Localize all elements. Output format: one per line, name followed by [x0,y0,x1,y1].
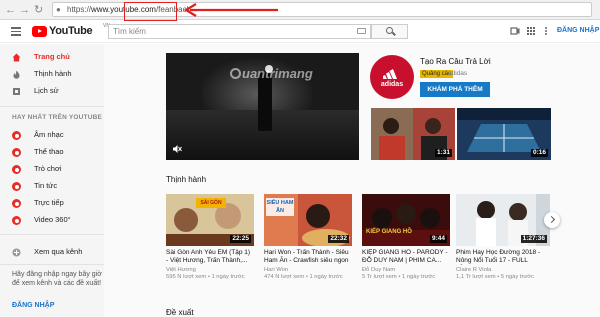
add-circle-icon [12,248,21,257]
lock-icon: ● [56,5,61,14]
masthead: YouTube VN Tìm kiếm ĐĂNG NHẬP [0,21,600,43]
video-thumbnail[interactable]: SIÊU HAM ĂN 22:32 [264,194,352,246]
sidebar-item-history[interactable]: Lịch sử [0,84,104,98]
thumbnail-caption: KIẾP GIANG HỒ [366,229,412,235]
annotation-arrow-icon [183,3,278,17]
search-button[interactable] [371,24,408,39]
sidebar-item-trending[interactable]: Thịnh hành [0,67,104,81]
history-icon [13,88,20,95]
thumbnail-caption: SIÊU HAM ĂN [266,200,294,214]
thumbnail-caption: SÀI GÒN [200,200,222,206]
ad-panel: adidas Tạo Ra Câu Trả Lời Quảng cáo adid… [366,53,556,108]
keyboard-icon[interactable] [357,28,366,34]
video-title[interactable]: KIỆP GIANG HỒ - PARODY - ĐỖ DUY NAM | PH… [362,249,450,265]
sidebar-divider [0,106,104,107]
sidebar-item-browse-channels[interactable]: Xem qua kênh [0,245,104,259]
video-meta: 5 Tr lượt xem • 1 ngày trước [362,274,436,280]
main-content: uantrimang adidas Tạo Ra Câu Trả Lời Quả… [104,44,600,317]
video-channel[interactable]: Hari Won [264,267,352,273]
sidebar-item-home[interactable]: Trang chủ [0,50,104,64]
back-arrow-icon[interactable]: ← [5,3,16,17]
sidebar-divider [0,234,104,235]
duration-badge: 22:25 [230,235,251,243]
apps-grid-icon[interactable] [526,26,536,36]
video-title[interactable]: Phim Hay Học Đường 2018 - Nông Nổi Tuổi … [456,249,550,265]
video-card[interactable]: 1:27:36 Phim Hay Học Đường 2018 - Nông N… [456,194,550,280]
trending-heading[interactable]: Thịnh hành [166,175,206,184]
video-title[interactable]: Sài Gòn Anh Yêu EM (Tập 1) - Việt Hương,… [166,249,254,265]
reload-icon[interactable]: ↻ [34,3,43,17]
video-360-icon [12,216,21,225]
more-vert-icon[interactable] [541,26,551,36]
home-icon [12,53,21,62]
video-meta: 474 N lượt xem • 1 ngày trước [264,274,343,280]
menu-icon[interactable] [11,27,21,36]
video-meta: 1,1 Tr lượt xem • 5 ngày trước [456,274,534,280]
sidebar-item-music[interactable]: Âm nhạc [0,128,104,142]
sidebar-divider [0,264,104,265]
ad-channel: adidas [448,70,468,77]
search-input[interactable]: Tìm kiếm [108,24,371,39]
sidebar-item-news[interactable]: Tin tức [0,179,104,193]
watermark: uantrimang [230,66,313,81]
video-channel[interactable]: Đỗ Duy Nam [362,267,450,273]
duration-badge: 1:27:36 [520,235,547,243]
adidas-logo[interactable]: adidas [370,55,414,99]
video-card[interactable]: SIÊU HAM ĂN 22:32 Hari Won - Trấn Thành … [264,194,352,280]
duration-badge: 0:16 [530,149,548,157]
sidebar-item-gaming[interactable]: Trò chơi [0,162,104,176]
mute-icon[interactable] [172,144,182,154]
video-thumbnail[interactable]: 1:27:36 [456,194,550,246]
ad-thumbnail[interactable]: 0:16 [457,108,551,160]
music-icon [12,131,21,140]
browser-toolbar: ← → ↻ ● https://www.youtube.com/feanback [0,0,600,20]
sidebar-item-sports[interactable]: Thể thao [0,145,104,159]
duration-badge: 1:31 [434,149,452,157]
url-prefix: https:// [67,5,92,14]
ad-thumbnail[interactable]: 1:31 [371,108,455,160]
video-thumbnail[interactable]: KIẾP GIANG HỒ 9:44 [362,194,450,246]
ad-title[interactable]: Tạo Ra Câu Trả Lời [420,57,491,66]
login-prompt-text: Hãy đăng nhập ngay bây giờ để xem kênh v… [12,271,102,287]
sidebar-item-360-video[interactable]: Video 360° [0,213,104,227]
video-card[interactable]: SÀI GÒN 22:25 Sài Gòn Anh Yêu EM (Tập 1)… [166,194,254,280]
flame-icon [13,70,20,79]
duration-badge: 22:32 [328,235,349,243]
video-card[interactable]: KIẾP GIANG HỒ 9:44 KIỆP GIANG HỒ - PAROD… [362,194,450,280]
sidebar-item-live[interactable]: Trực tiếp [0,196,104,210]
gaming-icon [12,165,21,174]
live-icon [12,199,21,208]
sports-icon [12,148,21,157]
upload-icon[interactable] [510,26,520,36]
search-placeholder: Tìm kiếm [113,27,146,36]
sidebar: Trang chủ Thịnh hành Lịch sử HAY NHẤT TR… [0,44,104,317]
forward-arrow-icon[interactable]: → [19,3,30,17]
next-arrow-button[interactable] [544,212,560,228]
video-meta: 595 N lượt xem • 1 ngày trước [166,274,245,280]
video-thumbnail[interactable]: SÀI GÒN 22:25 [166,194,254,246]
news-icon [12,182,21,191]
explore-more-button[interactable]: KHÁM PHÁ THÊM [420,82,490,97]
video-channel[interactable]: Claire R Viola [456,267,550,273]
highlight-box [124,2,177,21]
video-channel[interactable]: Việt Hương [166,267,254,273]
recommended-heading[interactable]: Đề xuất [166,308,194,317]
search-icon [386,27,393,34]
video-title[interactable]: Hari Won - Trấn Thành - Siêu Ham Ăn - Cr… [264,249,352,265]
adidas-stripes-icon [383,69,397,79]
login-button[interactable]: ĐĂNG NHẬP [557,27,599,34]
sidebar-section-heading: HAY NHẤT TRÊN YOUTUBE [12,114,103,121]
duration-badge: 9:44 [429,235,447,243]
sidebar-login-button[interactable]: ĐĂNG NHẬP [12,302,54,309]
